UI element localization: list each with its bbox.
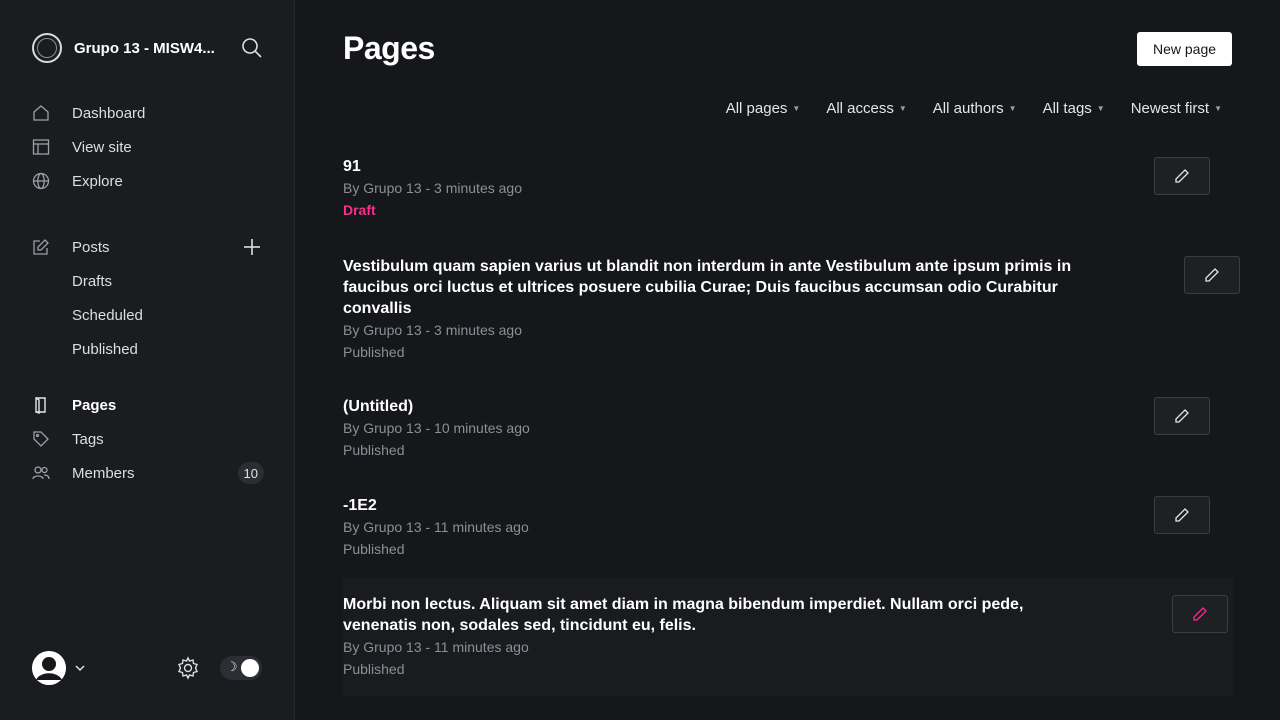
nav-label: Tags xyxy=(72,430,104,448)
nav-item-scheduled[interactable]: Scheduled xyxy=(32,298,272,332)
members-count-badge: 10 xyxy=(237,462,264,484)
edit-button[interactable] xyxy=(1154,157,1210,195)
new-page-button[interactable]: New page xyxy=(1137,32,1232,66)
nav-label: Dashboard xyxy=(72,104,146,122)
nav-item-drafts[interactable]: Drafts xyxy=(32,264,272,298)
status-badge: Published xyxy=(343,541,405,557)
pencil-icon xyxy=(1175,508,1189,522)
nav-item-posts[interactable]: Posts xyxy=(32,230,272,264)
filter-sort[interactable]: Newest first ▼ xyxy=(1131,100,1222,117)
moon-icon: ☽ xyxy=(226,659,238,674)
search-icon[interactable] xyxy=(240,36,264,60)
nav-label: Members xyxy=(72,464,135,482)
nav-label: Posts xyxy=(72,238,110,256)
nav-item-tags[interactable]: Tags xyxy=(32,422,272,456)
site-logo xyxy=(32,33,62,63)
nav-item-published[interactable]: Published xyxy=(32,332,272,366)
page-meta: By Grupo 13 - 3 minutes ago xyxy=(343,322,522,338)
page-title-text: Morbi non lectus. Aliquam sit amet diam … xyxy=(343,596,1024,634)
chevron-down-icon: ▼ xyxy=(1096,104,1105,113)
home-icon xyxy=(32,104,50,122)
filter-access[interactable]: All access ▼ xyxy=(826,100,906,117)
filter-label: Newest first xyxy=(1130,100,1210,117)
layout-icon xyxy=(32,138,50,156)
nav-label: Explore xyxy=(72,172,123,190)
nav-item-dashboard[interactable]: Dashboard xyxy=(32,96,272,130)
tag-icon xyxy=(32,430,50,448)
page-title-text: (Untitled) xyxy=(343,398,414,415)
theme-toggle[interactable]: ☽ xyxy=(220,656,262,680)
toggle-knob xyxy=(241,659,259,677)
filter-label: All tags xyxy=(1042,100,1092,117)
status-badge: Published xyxy=(343,442,405,458)
nav-label: Published xyxy=(72,340,138,358)
edit-posts-icon xyxy=(32,238,50,256)
sidebar-footer: ☽ xyxy=(32,650,264,686)
edit-button[interactable] xyxy=(1184,256,1240,294)
main-nav: Dashboard View site Explore xyxy=(32,96,272,198)
page-title-text: 91 xyxy=(343,158,361,175)
nav-label: View site xyxy=(72,138,132,156)
nav-label: Scheduled xyxy=(72,306,143,324)
page-meta: By Grupo 13 - 10 minutes ago xyxy=(343,420,530,436)
status-badge: Published xyxy=(343,661,405,677)
pencil-icon xyxy=(1175,169,1189,183)
pencil-icon xyxy=(1175,409,1189,423)
site-brand[interactable]: Grupo 13 - MISW4... xyxy=(32,32,224,64)
add-post-icon[interactable] xyxy=(242,237,262,257)
filter-authors[interactable]: All authors ▼ xyxy=(933,100,1017,117)
nav-item-explore[interactable]: Explore xyxy=(32,164,272,198)
chevron-down-icon: ▼ xyxy=(1214,104,1222,113)
filter-tags[interactable]: All tags ▼ xyxy=(1043,100,1105,117)
chevron-down-icon: ▼ xyxy=(792,104,801,113)
page-meta: By Grupo 13 - 11 minutes ago xyxy=(343,639,529,655)
nav-item-pages[interactable]: Pages xyxy=(32,388,272,422)
nav-label: Drafts xyxy=(72,272,113,290)
page-title-text: Vestibulum quam sapien varius ut blandit… xyxy=(343,258,1072,317)
status-badge: Published xyxy=(343,344,405,360)
posts-nav: Posts Drafts Scheduled Published xyxy=(32,230,272,366)
page-meta: By Grupo 13 - 3 minutes ago xyxy=(343,180,522,196)
filter-label: All access xyxy=(826,100,894,117)
page-icon xyxy=(32,396,50,414)
page-title-text: -1E2 xyxy=(343,497,377,514)
filter-type[interactable]: All pages ▼ xyxy=(726,100,801,117)
nav-label: Pages xyxy=(72,396,117,414)
filter-label: All pages xyxy=(725,100,788,117)
edit-button[interactable] xyxy=(1172,595,1228,633)
sidebar: Grupo 13 - MISW4... Dashboard View site … xyxy=(0,0,295,720)
pencil-icon xyxy=(1193,607,1207,621)
filter-label: All authors xyxy=(932,100,1004,117)
site-name: Grupo 13 - MISW4... xyxy=(74,39,215,57)
nav-item-members[interactable]: Members 10 xyxy=(32,456,272,490)
chevron-down-icon[interactable] xyxy=(74,661,86,679)
gear-icon[interactable] xyxy=(176,656,200,685)
status-badge: Draft xyxy=(343,202,376,218)
filter-bar: All pages ▼ All access ▼ All authors ▼ All … xyxy=(700,100,1222,117)
page-title: Pages xyxy=(343,30,435,66)
list-item[interactable]: 91 By Grupo 13 - 3 minutes ago Draft xyxy=(343,156,1233,218)
page-meta: By Grupo 13 - 11 minutes ago xyxy=(343,519,529,535)
nav-item-view-site[interactable]: View site xyxy=(32,130,272,164)
list-item[interactable]: -1E2 By Grupo 13 - 11 minutes ago Publis… xyxy=(343,495,1233,557)
list-item[interactable]: Vestibulum quam sapien varius ut blandit… xyxy=(343,256,1233,360)
members-icon xyxy=(32,464,50,482)
globe-icon xyxy=(32,172,50,190)
edit-button[interactable] xyxy=(1154,397,1210,435)
list-item[interactable]: Morbi non lectus. Aliquam sit amet diam … xyxy=(343,578,1233,696)
content-nav: Pages Tags Members 10 xyxy=(32,388,272,490)
pencil-icon xyxy=(1205,268,1219,282)
list-item[interactable]: (Untitled) By Grupo 13 - 10 minutes ago … xyxy=(343,396,1233,458)
chevron-down-icon: ▼ xyxy=(1008,104,1017,113)
chevron-down-icon: ▼ xyxy=(898,104,907,113)
user-avatar[interactable] xyxy=(32,651,66,685)
edit-button[interactable] xyxy=(1154,496,1210,534)
